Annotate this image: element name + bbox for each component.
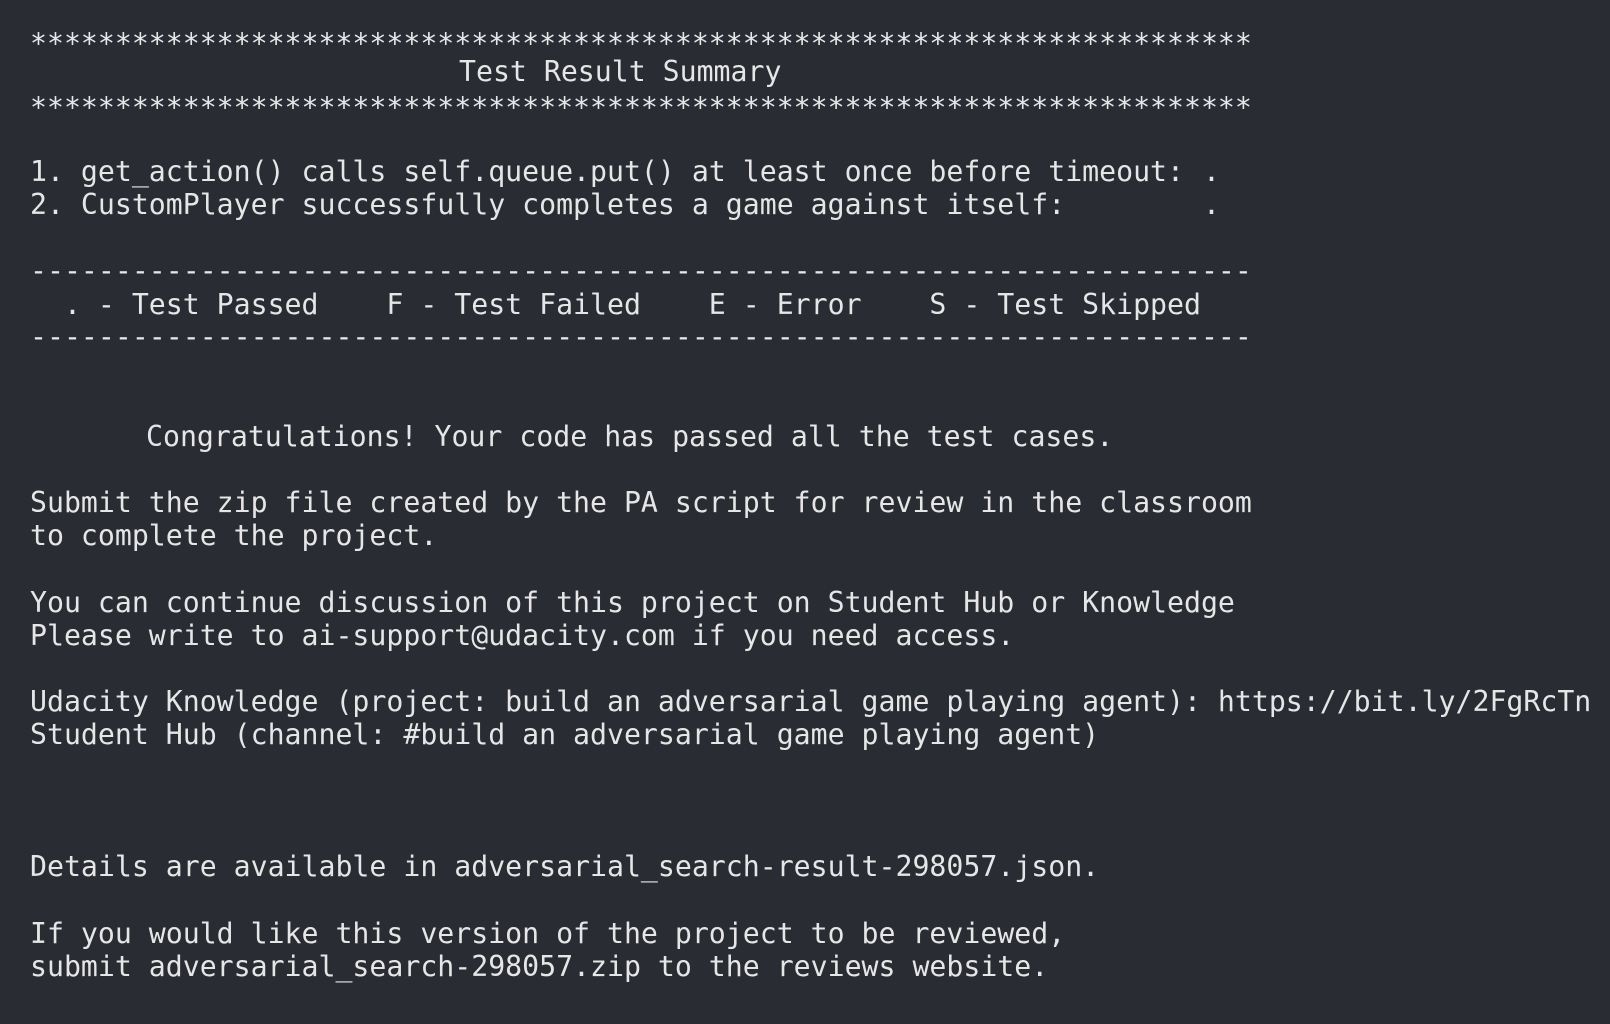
terminal-output[interactable]: ****************************************…: [0, 0, 1610, 1024]
stars-border-bottom: ****************************************…: [30, 91, 1252, 124]
knowledge-link-line: Udacity Knowledge (project: build an adv…: [30, 685, 1592, 718]
summary-title: Test Result Summary: [459, 55, 782, 88]
congrats-message: Congratulations! Your code has passed al…: [146, 420, 1114, 453]
legend-line: . - Test Passed F - Test Failed E - Erro…: [30, 288, 1201, 321]
student-hub-line: Student Hub (channel: #build an adversar…: [30, 718, 1100, 751]
legend-divider-top: ----------------------------------------…: [30, 254, 1252, 287]
review-line-1: If you would like this version of the pr…: [30, 917, 1066, 950]
test-result-1: 1. get_action() calls self.queue.put() a…: [30, 155, 1184, 188]
submit-line-1: Submit the zip file created by the PA sc…: [30, 486, 1252, 519]
discussion-line-2: Please write to ai-support@udacity.com i…: [30, 619, 1015, 652]
details-line: Details are available in adversarial_sea…: [30, 850, 1100, 883]
discussion-line-1: You can continue discussion of this proj…: [30, 586, 1235, 619]
legend-divider-bottom: ----------------------------------------…: [30, 320, 1252, 353]
submit-line-2: to complete the project.: [30, 519, 438, 552]
test-result-1-status: .: [1203, 155, 1220, 188]
review-line-2: submit adversarial_search-298057.zip to …: [30, 950, 1049, 983]
test-result-2: 2. CustomPlayer successfully completes a…: [30, 188, 1066, 221]
test-result-2-status: .: [1203, 188, 1220, 221]
